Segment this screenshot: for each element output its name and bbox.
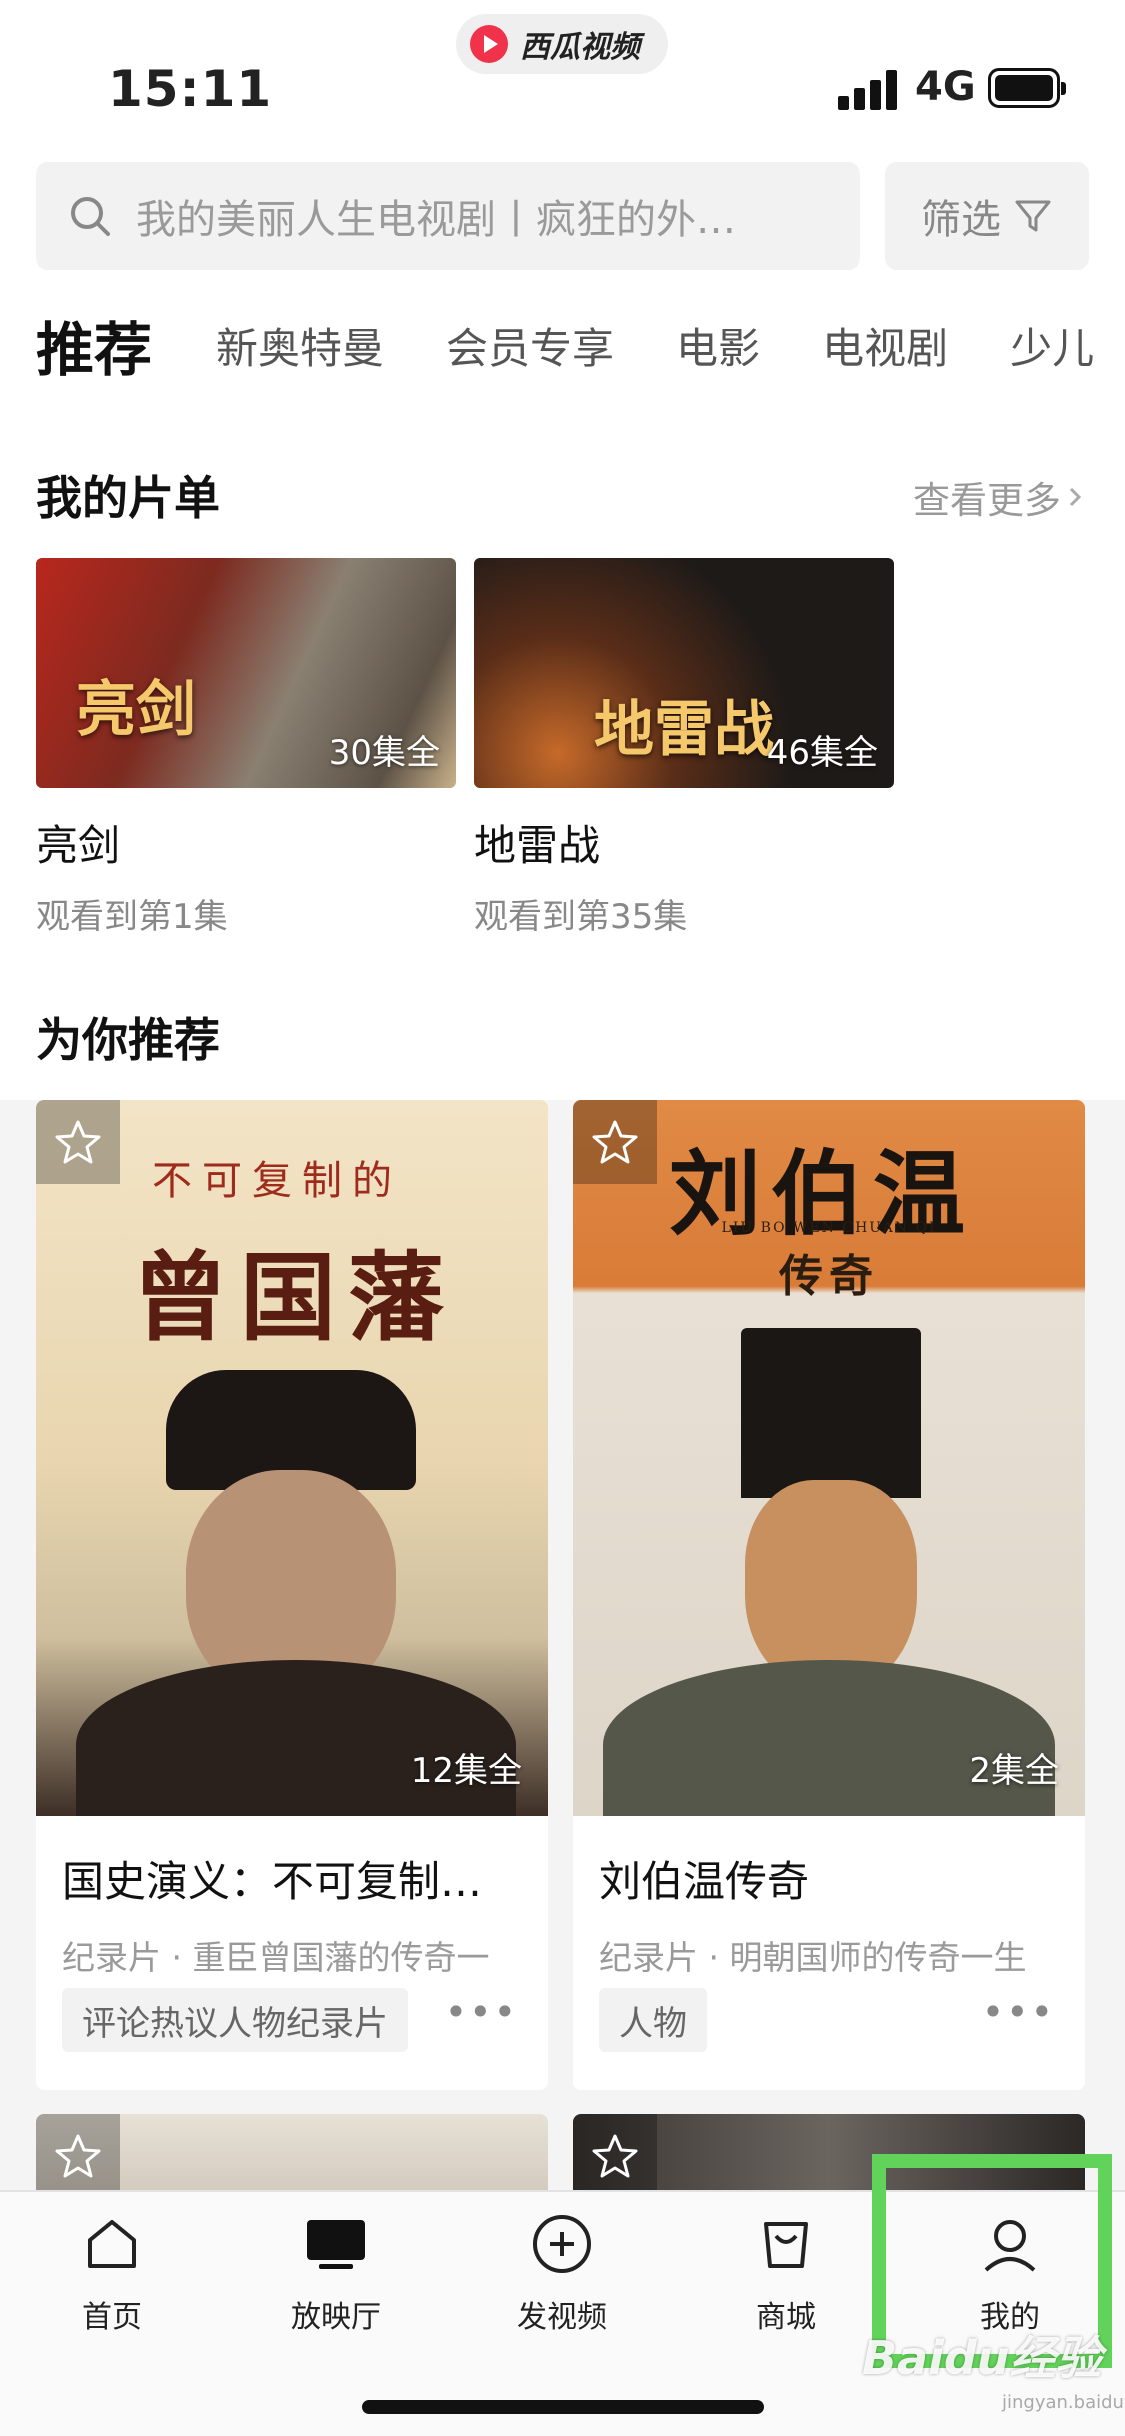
watch-progress: 观看到第35集 xyxy=(474,897,688,937)
episode-count: 2集全 xyxy=(969,1751,1059,1791)
episode-count: 30集全 xyxy=(328,733,440,773)
more-options-icon[interactable]: ••• xyxy=(982,1990,1055,2034)
playlist-item-name: 地雷战 xyxy=(474,821,601,870)
playlist-thumbnail: 地雷战 46集全 xyxy=(474,558,894,788)
nav-theater[interactable]: 放映厅 xyxy=(256,2212,416,2336)
recommend-item-title: 国史演义：不可复制… xyxy=(62,1857,483,1906)
playlist-title: 我的片单 xyxy=(36,471,220,525)
recommend-item-subtitle: 纪录片 · 重臣曾国藩的传奇一 xyxy=(62,1938,490,1977)
filter-label: 筛选 xyxy=(921,197,1001,243)
favorite-button[interactable] xyxy=(573,2114,657,2194)
watermark-url: jingyan.baidu.com xyxy=(1002,2392,1125,2413)
playlist-card-dileizhan[interactable]: 地雷战 46集全 地雷战 观看到第35集 xyxy=(474,558,894,938)
playlist-card-liangjian[interactable]: 亮剑 30集全 亮剑 观看到第1集 xyxy=(36,558,456,938)
recommend-item-subtitle: 纪录片 · 明朝国师的传奇一生 xyxy=(599,1938,1027,1977)
status-time: 15:11 xyxy=(108,60,273,118)
portrait-face xyxy=(745,1480,917,1690)
poster-title-art: 地雷战 xyxy=(594,695,774,765)
search-icon xyxy=(71,197,110,236)
tv-icon xyxy=(304,2212,368,2276)
poster-pinyin-text: LIU BO WEN CHUAN QI xyxy=(721,1220,937,1236)
category-tabs: 推荐 新奥特曼 会员专享 电影 电视剧 少儿 xyxy=(36,300,1125,390)
network-type: 4G xyxy=(915,64,976,110)
see-more-link[interactable]: 查看更多 xyxy=(913,470,1089,524)
nav-theater-label: 放映厅 xyxy=(291,2300,381,2335)
nav-post-video-label: 发视频 xyxy=(517,2300,607,2335)
tab-kids[interactable]: 少儿 xyxy=(1010,315,1094,376)
poster-sub-text: 传奇 xyxy=(779,1251,879,1302)
tab-recommend[interactable]: 推荐 xyxy=(36,303,152,387)
signal-icon xyxy=(838,70,900,110)
recommend-card-liubowen[interactable]: 刘伯温 LIU BO WEN CHUAN QI 传奇 2集全 刘伯温传奇 纪录片… xyxy=(573,1100,1085,2090)
nav-mall-label: 商城 xyxy=(756,2300,816,2335)
app-pill[interactable]: 西瓜视频 xyxy=(456,14,668,74)
tab-vip[interactable]: 会员专享 xyxy=(446,315,614,376)
star-icon xyxy=(592,2134,638,2178)
more-options-icon[interactable]: ••• xyxy=(445,1990,518,2034)
recommend-card-zengguofan[interactable]: 不可复制的 曾国藩 12集全 国史演义：不可复制… 纪录片 · 重臣曾国藩的传奇… xyxy=(36,1100,548,2090)
recommend-title: 为你推荐 xyxy=(36,1013,220,1067)
watch-progress: 观看到第1集 xyxy=(36,897,228,937)
tab-new-ultraman[interactable]: 新奥特曼 xyxy=(216,315,384,376)
poster-subtitle-text: 不可复制的 xyxy=(152,1158,402,1204)
portrait-robe xyxy=(76,1660,516,1816)
home-indicator[interactable] xyxy=(362,2400,764,2414)
favorite-button[interactable] xyxy=(36,2114,120,2194)
favorite-button[interactable] xyxy=(573,1100,657,1184)
portrait-hat xyxy=(741,1328,921,1498)
star-icon xyxy=(55,2134,101,2178)
recommend-poster: 不可复制的 曾国藩 12集全 xyxy=(36,1100,548,1816)
xigua-logo-icon xyxy=(470,25,508,63)
app-pill-label: 西瓜视频 xyxy=(520,30,640,65)
recommend-card-partial[interactable] xyxy=(36,2114,548,2194)
episode-count: 12集全 xyxy=(410,1751,522,1791)
poster-title-art: 亮剑 xyxy=(76,675,196,745)
nav-mall[interactable]: 商城 xyxy=(706,2212,866,2336)
nav-home-label: 首页 xyxy=(82,2300,142,2335)
favorite-button[interactable] xyxy=(36,1100,120,1184)
playlist-thumbnail: 亮剑 30集全 xyxy=(36,558,456,788)
nav-post-video[interactable]: 发视频 xyxy=(482,2212,642,2336)
watermark: Baidu经验 xyxy=(862,2331,1102,2385)
search-placeholder: 我的美丽人生电视剧丨疯狂的外… xyxy=(136,197,736,243)
recommend-item-title: 刘伯温传奇 xyxy=(599,1857,810,1906)
recommend-item-tag[interactable]: 人物 xyxy=(599,1988,707,2052)
search-input[interactable]: 我的美丽人生电视剧丨疯狂的外… xyxy=(36,162,860,270)
battery-icon xyxy=(988,68,1066,108)
portrait-robe xyxy=(603,1660,1055,1816)
star-icon xyxy=(592,1120,638,1164)
home-icon xyxy=(80,2212,144,2276)
recommend-poster: 刘伯温 LIU BO WEN CHUAN QI 传奇 2集全 xyxy=(573,1100,1085,1816)
see-more-label: 查看更多 xyxy=(913,479,1061,522)
poster-title-text: 曾国藩 xyxy=(132,1241,456,1354)
episode-count: 46集全 xyxy=(766,733,878,773)
recommend-item-tag[interactable]: 评论热议人物纪录片 xyxy=(62,1988,408,2052)
filter-button[interactable]: 筛选 xyxy=(885,162,1089,270)
tab-movie[interactable]: 电影 xyxy=(676,315,760,376)
nav-home[interactable]: 首页 xyxy=(32,2212,192,2336)
tab-tv-series[interactable]: 电视剧 xyxy=(822,315,948,376)
chevron-right-icon xyxy=(1069,487,1082,507)
plus-circle-icon xyxy=(530,2212,594,2276)
filter-icon xyxy=(1015,200,1051,232)
star-icon xyxy=(55,1120,101,1164)
shopping-bag-icon xyxy=(754,2212,818,2276)
playlist-item-name: 亮剑 xyxy=(36,821,121,870)
